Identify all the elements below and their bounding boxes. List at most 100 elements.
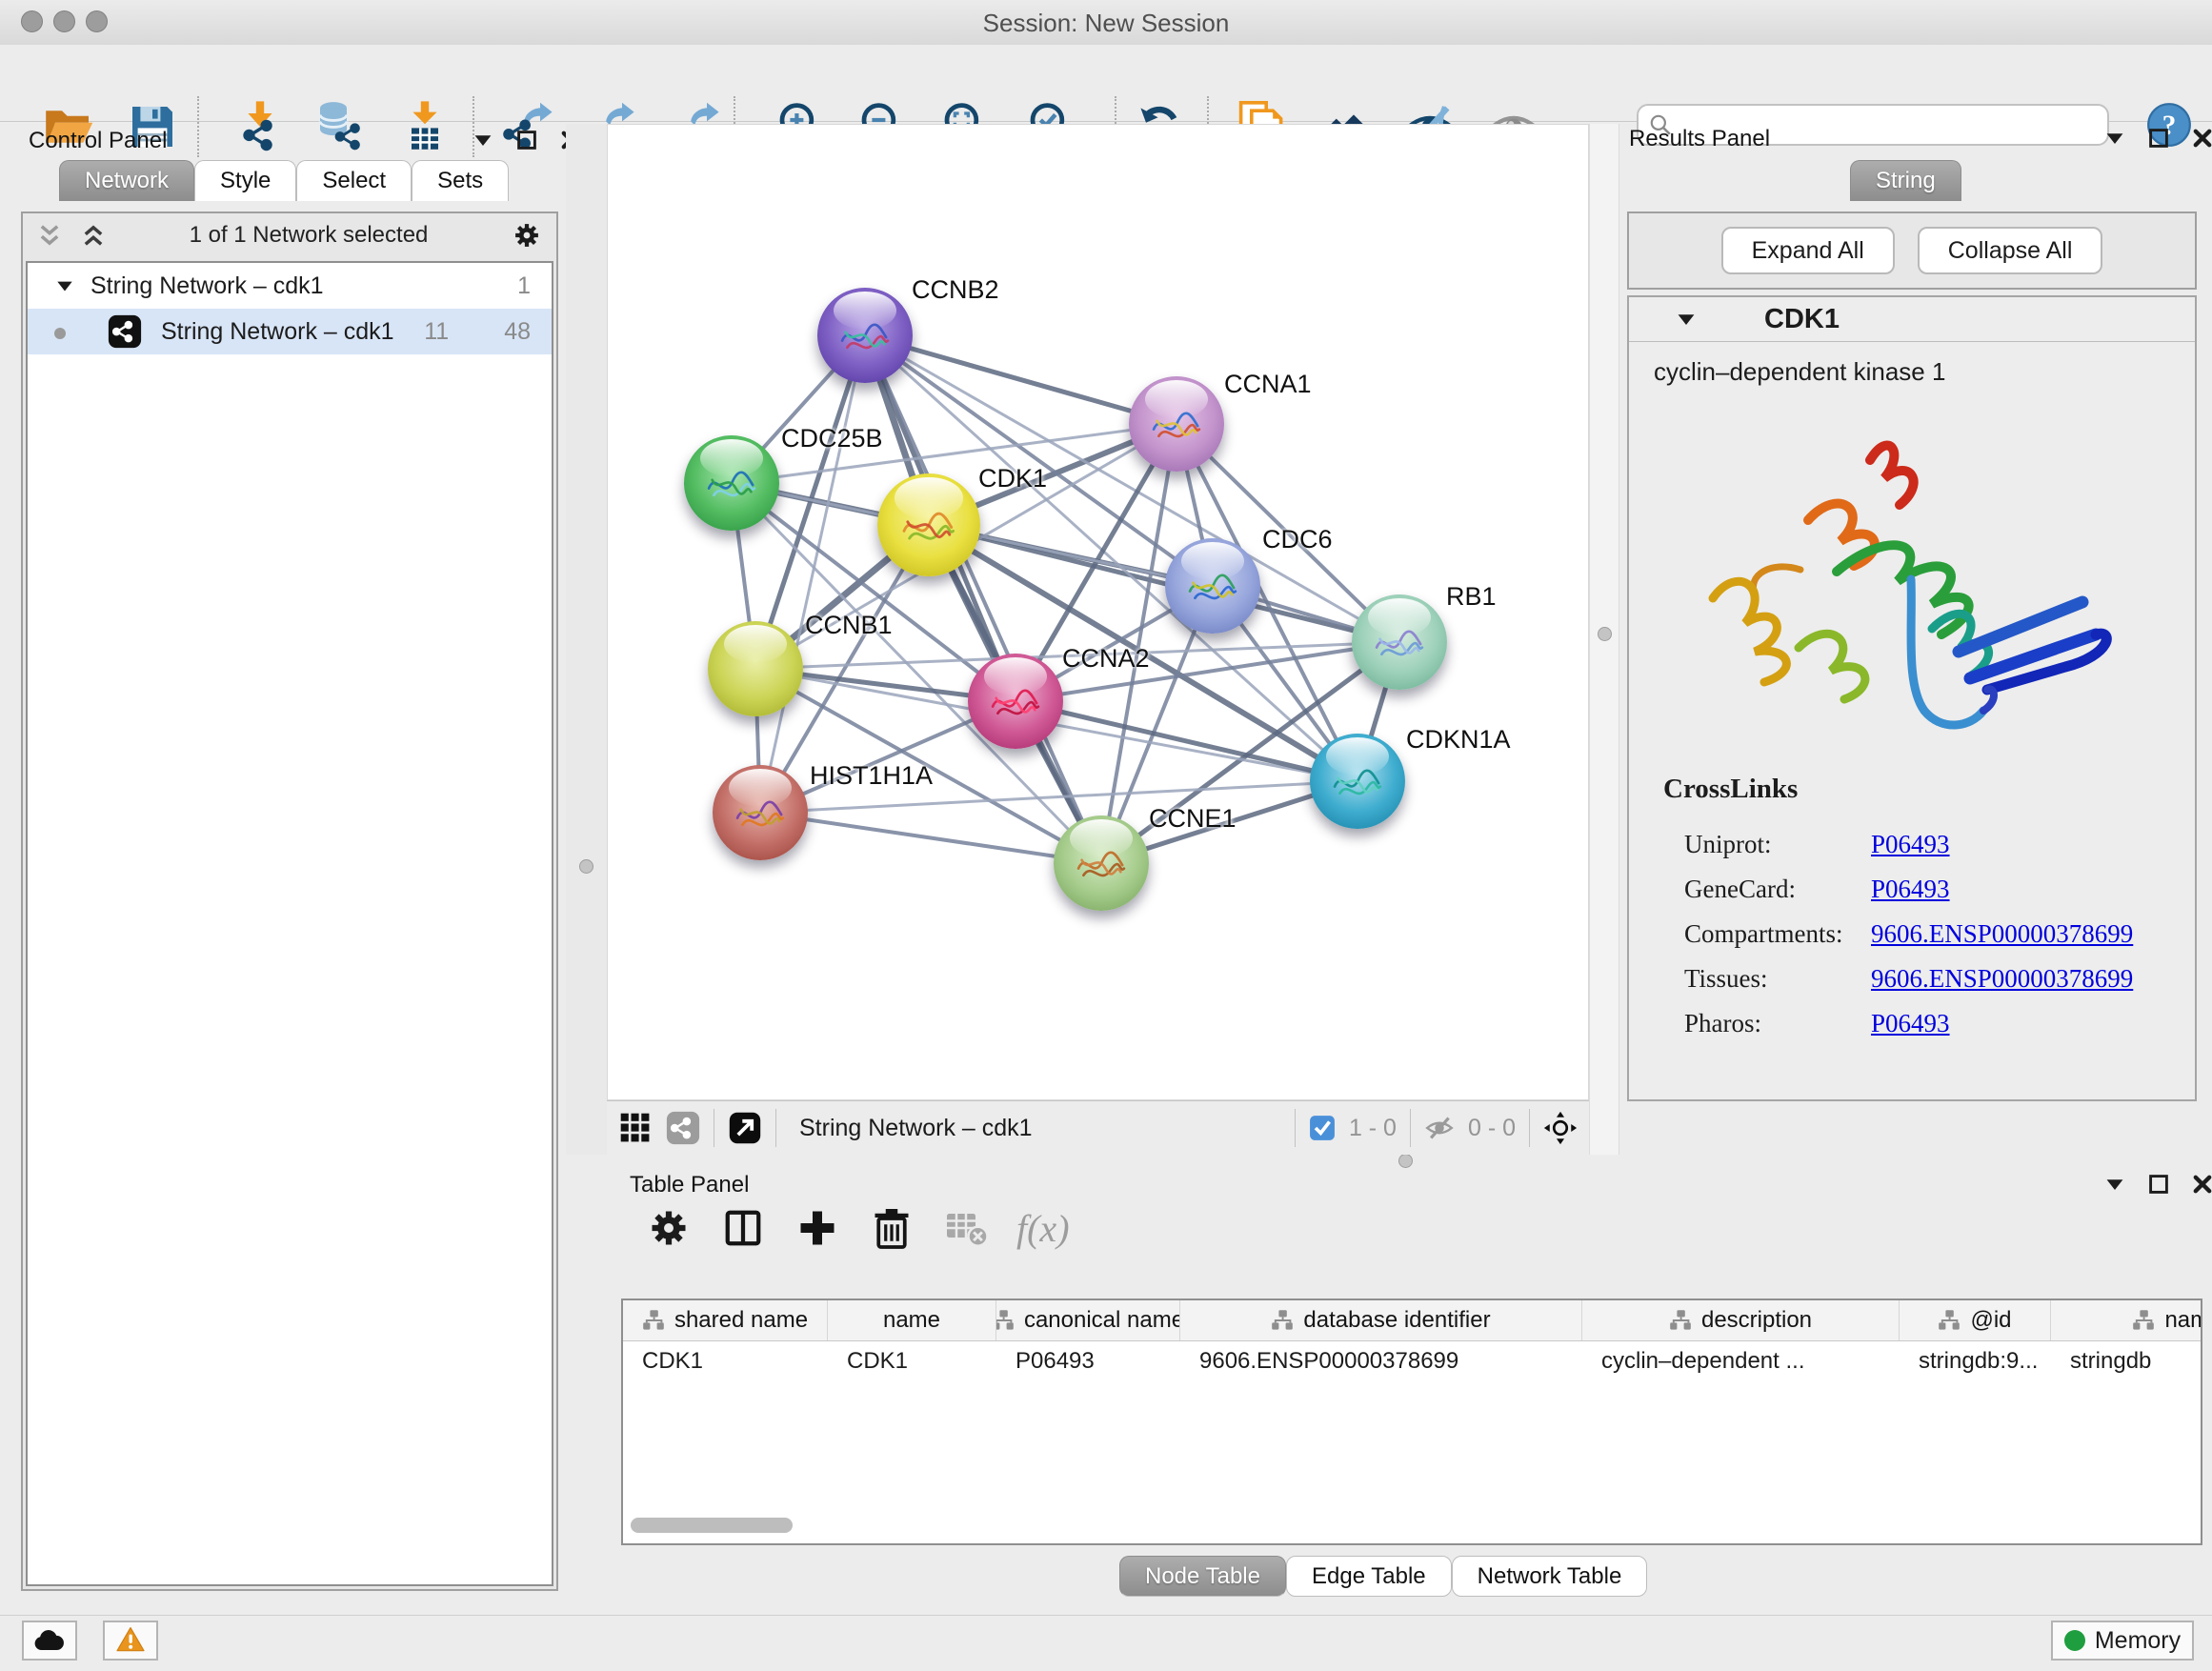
table-header-row: shared name name canonical namedatabase id…: [623, 1300, 2201, 1341]
tab-network[interactable]: Network: [59, 160, 194, 201]
tab-node-table[interactable]: Node Table: [1119, 1556, 1286, 1597]
table-cell[interactable]: 9606.ENSP00000378699: [1180, 1341, 1582, 1381]
crosslink-link[interactable]: 9606.ENSP00000378699: [1871, 919, 2133, 949]
table-horizontal-scrollbar[interactable]: [631, 1518, 793, 1533]
network-node-cdkn1a[interactable]: [1310, 734, 1405, 829]
table-cell[interactable]: P06493: [996, 1341, 1180, 1381]
network-node-ccnb1[interactable]: [708, 621, 803, 716]
column-header-canonicalname[interactable]: canonical name: [996, 1300, 1180, 1340]
column-header-label: @id: [1970, 1307, 2011, 1334]
network-node-ccna2[interactable]: [968, 654, 1063, 749]
horizontal-splitter-handle-icon[interactable]: [1398, 1154, 1413, 1168]
footer-separator: [1295, 1109, 1296, 1147]
table-cell[interactable]: CDK1: [623, 1341, 828, 1381]
table-row[interactable]: CDK1CDK1P064939606.ENSP00000378699cyclin…: [623, 1341, 2201, 1381]
column-header-label: canonical name: [1024, 1307, 1180, 1334]
table-options-gear-icon[interactable]: [645, 1204, 693, 1252]
network-row-selected[interactable]: String Network – cdk1 11 48: [28, 309, 552, 354]
delete-column-icon[interactable]: [868, 1204, 915, 1252]
tab-edge-table[interactable]: Edge Table: [1286, 1556, 1452, 1597]
panel-close-icon[interactable]: [2191, 1173, 2212, 1196]
collapse-all-icon[interactable]: [36, 222, 63, 249]
selected-count: 1 - 0: [1349, 1115, 1397, 1142]
table-panel-chrome: [2103, 1170, 2212, 1198]
main-toolbar: ?: [0, 45, 2212, 122]
crosslink-link[interactable]: 9606.ENSP00000378699: [1871, 964, 2133, 994]
network-node-hist1h1a[interactable]: [713, 765, 808, 860]
table-cell[interactable]: stringdb:9...: [1900, 1341, 2051, 1381]
show-columns-icon[interactable]: [719, 1204, 767, 1252]
network-node-ccne1[interactable]: [1054, 815, 1149, 911]
column-header-name[interactable]: name: [828, 1300, 996, 1340]
network-overview-icon[interactable]: [666, 1111, 700, 1145]
selected-nodes-checkbox-icon[interactable]: [1309, 1115, 1336, 1141]
crosslink-link[interactable]: P06493: [1871, 875, 1950, 904]
results-controls-box: Expand All Collapse All: [1627, 211, 2197, 290]
crosslink-link[interactable]: P06493: [1871, 830, 1950, 859]
panel-float-icon[interactable]: [2147, 127, 2170, 150]
column-header-namespace[interactable]: namespace: [2051, 1300, 2202, 1340]
gene-header-row[interactable]: CDK1: [1629, 297, 2195, 342]
crosslink-label: Pharos:: [1684, 1009, 1871, 1038]
network-canvas[interactable]: CCNB2CCNA1CDC25BCDK1CDC6RB1CCNB1CCNA2CDK…: [607, 124, 1589, 1100]
table-cell[interactable]: stringdb: [2051, 1341, 2202, 1381]
protein-thumbnail-icon: [727, 786, 794, 845]
panel-menu-icon[interactable]: [2103, 127, 2126, 150]
collapse-all-button[interactable]: Collapse All: [1918, 227, 2103, 274]
gene-description: cyclin–dependent kinase 1: [1654, 357, 2195, 387]
crosslinks-section: CrossLinks Uniprot:P06493GeneCard:P06493…: [1663, 774, 2133, 1046]
network-column-icon: [642, 1309, 665, 1332]
panel-float-icon[interactable]: [2147, 1173, 2170, 1196]
memory-button[interactable]: Memory: [2051, 1621, 2194, 1661]
crosslink-row: Tissues:9606.ENSP00000378699: [1663, 956, 2133, 1001]
fit-selected-crosshair-icon[interactable]: [1543, 1111, 1578, 1145]
warnings-button[interactable]: [103, 1621, 158, 1661]
network-node-cdc6[interactable]: [1165, 538, 1260, 634]
detach-view-icon[interactable]: [728, 1111, 762, 1145]
expand-all-icon[interactable]: [80, 222, 107, 249]
network-node-cdc25b[interactable]: [684, 435, 779, 531]
column-header-databaseidentifier[interactable]: database identifier: [1180, 1300, 1582, 1340]
tab-string[interactable]: String: [1850, 160, 1961, 201]
table-cell[interactable]: CDK1: [828, 1341, 996, 1381]
birds-eye-view-icon[interactable]: [618, 1111, 653, 1145]
node-label-ccna2: CCNA2: [1062, 644, 1150, 674]
crosslinks-rows: Uniprot:P06493GeneCard:P06493Compartment…: [1663, 822, 2133, 1046]
network-node-rb1[interactable]: [1352, 594, 1447, 690]
tab-style[interactable]: Style: [194, 160, 296, 201]
collection-expander-icon[interactable]: [54, 275, 75, 296]
network-node-ccna1[interactable]: [1129, 376, 1224, 472]
panel-menu-icon[interactable]: [472, 129, 494, 151]
panel-close-icon[interactable]: [2191, 127, 2212, 150]
panel-menu-icon[interactable]: [2103, 1173, 2126, 1196]
panel-float-icon[interactable]: [515, 129, 538, 151]
hidden-count: 0 - 0: [1468, 1115, 1516, 1142]
network-list-options-gear-icon[interactable]: [511, 219, 543, 252]
protein-thumbnail-icon: [982, 674, 1049, 734]
column-header-sharedname[interactable]: shared name: [623, 1300, 828, 1340]
network-node-ccnb2[interactable]: [817, 288, 913, 383]
tab-sets[interactable]: Sets: [412, 160, 509, 201]
network-collection-row[interactable]: String Network – cdk1 1: [28, 263, 552, 309]
expand-all-button[interactable]: Expand All: [1721, 227, 1895, 274]
tab-network-table[interactable]: Network Table: [1452, 1556, 1648, 1597]
node-label-ccnb2: CCNB2: [912, 275, 999, 305]
column-header-description[interactable]: description: [1582, 1300, 1900, 1340]
table-cell[interactable]: cyclin–dependent ...: [1582, 1341, 1900, 1381]
hidden-elements-icon[interactable]: [1424, 1113, 1455, 1143]
node-label-rb1: RB1: [1446, 582, 1497, 612]
crosslink-link[interactable]: P06493: [1871, 1009, 1950, 1038]
warning-icon: [114, 1626, 147, 1655]
gene-expander-icon[interactable]: [1675, 308, 1698, 331]
column-header-id[interactable]: @id: [1900, 1300, 2051, 1340]
column-header-label: shared name: [674, 1307, 808, 1334]
network-node-cdk1[interactable]: [877, 473, 980, 576]
tab-select[interactable]: Select: [296, 160, 412, 201]
add-column-icon[interactable]: [794, 1204, 841, 1252]
network-column-icon: [1669, 1309, 1692, 1332]
cloud-status-button[interactable]: [22, 1621, 77, 1661]
splitter-handle-icon[interactable]: [579, 859, 593, 874]
left-panel-splitter[interactable]: [566, 124, 607, 1155]
splitter-handle-icon[interactable]: [1598, 627, 1612, 641]
right-panel-splitter[interactable]: [1589, 124, 1619, 1155]
